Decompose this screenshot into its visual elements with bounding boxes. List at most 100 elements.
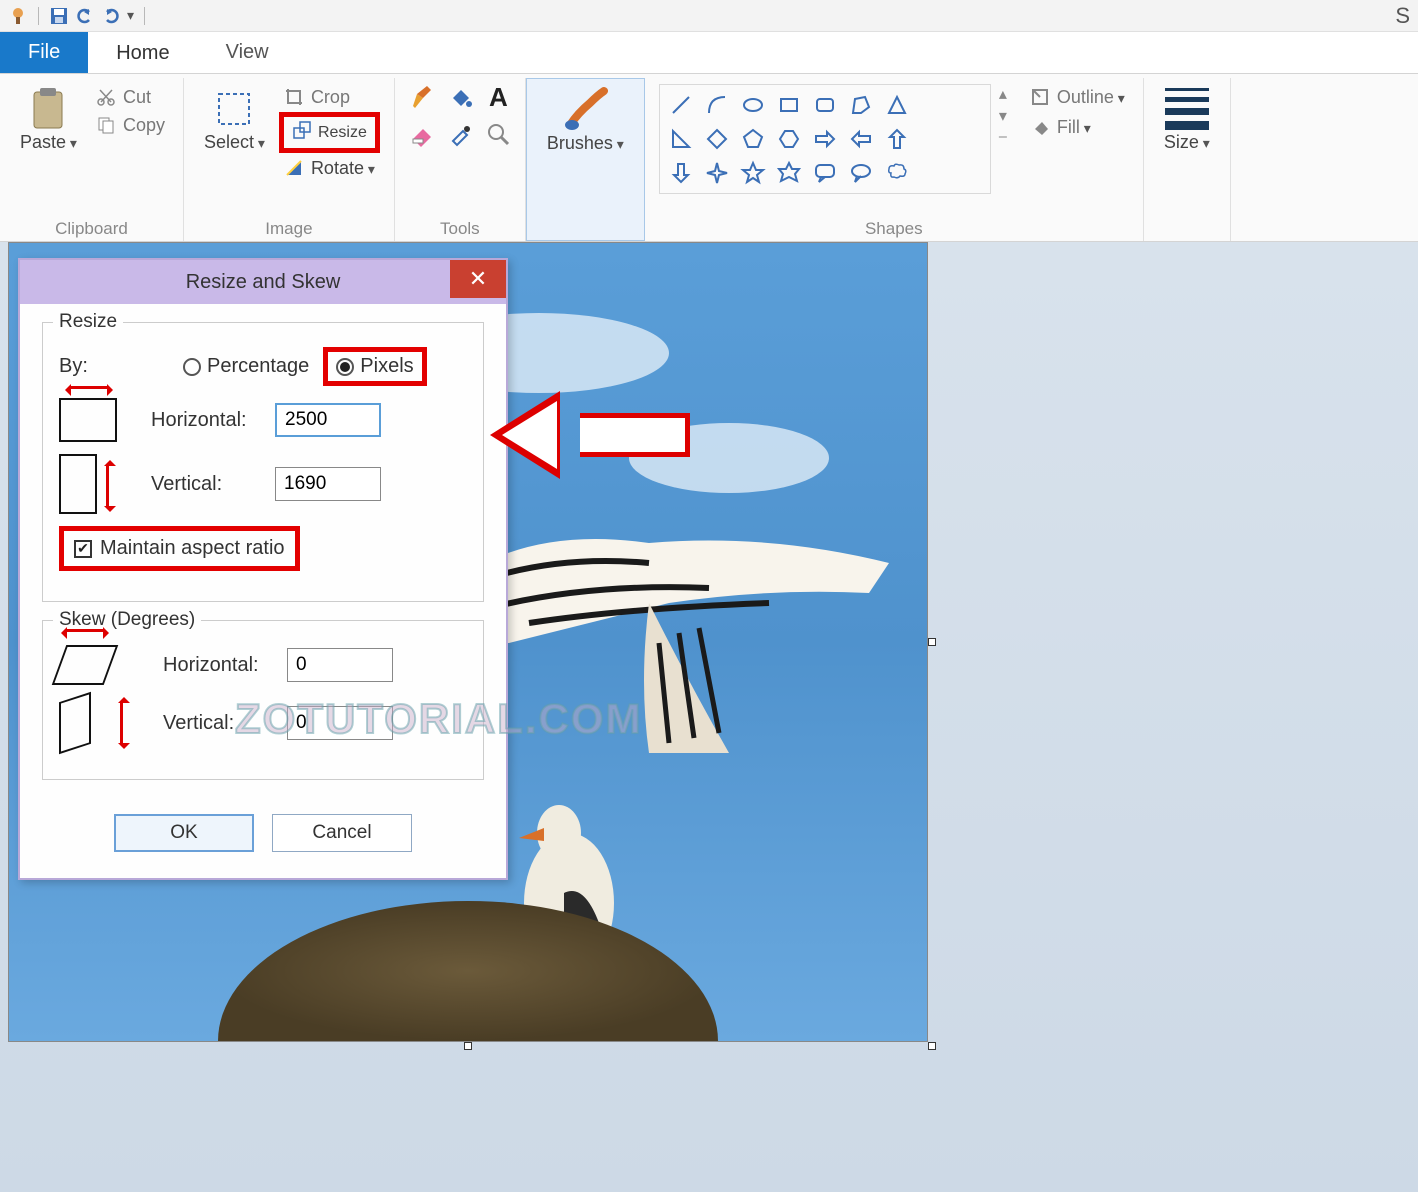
cut-label: Cut xyxy=(123,87,151,108)
resize-legend: Resize xyxy=(53,311,123,333)
horizontal-input[interactable] xyxy=(275,403,381,437)
shape-arrow-up-icon[interactable] xyxy=(880,123,914,155)
separator xyxy=(38,7,39,25)
group-shapes: ▴ ▾ ⎯ Outline Fill Shapes xyxy=(645,78,1144,241)
select-button[interactable]: Select xyxy=(198,84,271,157)
size-button[interactable]: Size xyxy=(1158,84,1216,157)
tab-view[interactable]: View xyxy=(198,32,297,73)
group-image: Select Crop Resize xyxy=(184,78,395,241)
outline-button[interactable]: Outline xyxy=(1025,84,1129,110)
outline-label: Outline xyxy=(1057,87,1125,108)
radio-icon xyxy=(336,358,354,376)
paste-button[interactable]: Paste xyxy=(14,84,83,157)
ribbon: Paste Cut Copy Clipboard xyxy=(0,74,1418,242)
fill-tool-icon[interactable] xyxy=(447,84,473,115)
resize-icon xyxy=(292,120,312,145)
radio-icon xyxy=(183,358,201,376)
percentage-label: Percentage xyxy=(207,355,309,378)
shape-callout-oval-icon[interactable] xyxy=(844,157,878,189)
fill-label: Fill xyxy=(1057,117,1091,138)
crop-button[interactable]: Crop xyxy=(279,84,380,110)
eraser-tool-icon[interactable] xyxy=(409,121,435,152)
shape-callout-rounded-icon[interactable] xyxy=(808,157,842,189)
save-icon[interactable] xyxy=(49,6,69,26)
pencil-tool-icon[interactable] xyxy=(409,84,435,115)
shape-diamond-icon[interactable] xyxy=(700,123,734,155)
resize-fieldset: Resize By: Percentage Pixels Horizontal: xyxy=(42,322,484,602)
checkbox-icon: ✔ xyxy=(74,540,92,558)
tab-home[interactable]: Home xyxy=(88,32,197,73)
shape-callout-cloud-icon[interactable] xyxy=(880,157,914,189)
shape-4star-icon[interactable] xyxy=(700,157,734,189)
brushes-button[interactable]: Brushes xyxy=(541,85,630,158)
resize-skew-dialog: Resize and Skew ✕ Resize By: Percentage … xyxy=(18,258,508,880)
skew-vertical-icon xyxy=(59,692,91,754)
maintain-aspect-highlighted[interactable]: ✔ Maintain aspect ratio xyxy=(59,526,300,571)
shapes-scroll-up-icon[interactable]: ▴ xyxy=(999,84,1007,104)
shape-roundrect-icon[interactable] xyxy=(808,89,842,121)
horizontal-resize-icon xyxy=(59,398,117,442)
dialog-title: Resize and Skew xyxy=(186,271,341,294)
shape-5star-icon[interactable] xyxy=(736,157,770,189)
ribbon-tabs: File Home View xyxy=(0,32,1418,74)
outline-icon xyxy=(1029,86,1051,108)
radio-pixels-highlighted[interactable]: Pixels xyxy=(323,347,426,386)
size-icon xyxy=(1165,88,1209,130)
skew-horizontal-input[interactable] xyxy=(287,648,393,682)
app-icon xyxy=(8,6,28,26)
pixels-label: Pixels xyxy=(360,355,413,378)
cancel-button[interactable]: Cancel xyxy=(272,814,412,852)
undo-icon[interactable] xyxy=(75,6,95,26)
selection-handle[interactable] xyxy=(928,638,936,646)
shape-6star-icon[interactable] xyxy=(772,157,806,189)
shapes-gallery[interactable] xyxy=(659,84,991,194)
group-label-clipboard: Clipboard xyxy=(55,215,128,239)
shape-triangle-icon[interactable] xyxy=(880,89,914,121)
horizontal-label: Horizontal: xyxy=(151,409,261,432)
skew-horizontal-icon xyxy=(52,645,119,685)
shape-pentagon-icon[interactable] xyxy=(736,123,770,155)
radio-percentage[interactable]: Percentage xyxy=(183,355,309,378)
dialog-close-button[interactable]: ✕ xyxy=(450,260,506,298)
redo-icon[interactable] xyxy=(101,6,121,26)
resize-button-highlighted[interactable]: Resize xyxy=(279,112,380,153)
separator xyxy=(144,7,145,25)
qat-dropdown-icon[interactable]: ▾ xyxy=(127,7,134,24)
shape-hexagon-icon[interactable] xyxy=(772,123,806,155)
magnifier-tool-icon[interactable] xyxy=(485,121,511,152)
selection-handle[interactable] xyxy=(464,1042,472,1050)
text-tool-icon[interactable]: A xyxy=(485,84,511,115)
rotate-button[interactable]: Rotate xyxy=(279,155,380,181)
shape-arrow-right-icon[interactable] xyxy=(808,123,842,155)
tab-file[interactable]: File xyxy=(0,32,88,73)
group-label-image: Image xyxy=(265,215,312,239)
shape-curve-icon[interactable] xyxy=(700,89,734,121)
shape-arrow-down-icon[interactable] xyxy=(664,157,698,189)
resize-label: Resize xyxy=(318,124,367,142)
copy-icon xyxy=(95,114,117,136)
dialog-titlebar[interactable]: Resize and Skew ✕ xyxy=(20,260,506,304)
size-label: Size xyxy=(1164,132,1210,153)
shape-polygon-icon[interactable] xyxy=(844,89,878,121)
selection-handle[interactable] xyxy=(928,1042,936,1050)
color-picker-tool-icon[interactable] xyxy=(447,121,473,152)
close-icon: ✕ xyxy=(469,266,487,292)
shapes-more-icon[interactable]: ⎯ xyxy=(999,128,1007,146)
copy-button[interactable]: Copy xyxy=(91,112,169,138)
brush-icon xyxy=(564,89,606,131)
shape-rect-icon[interactable] xyxy=(772,89,806,121)
shape-oval-icon[interactable] xyxy=(736,89,770,121)
brushes-label: Brushes xyxy=(547,133,624,154)
shape-arrow-left-icon[interactable] xyxy=(844,123,878,155)
fill-button[interactable]: Fill xyxy=(1025,114,1129,140)
crop-label: Crop xyxy=(311,87,350,108)
select-label: Select xyxy=(204,132,265,153)
ok-button[interactable]: OK xyxy=(114,814,254,852)
cut-button[interactable]: Cut xyxy=(91,84,169,110)
crop-icon xyxy=(283,86,305,108)
shapes-scroll-down-icon[interactable]: ▾ xyxy=(999,106,1007,126)
shape-right-triangle-icon[interactable] xyxy=(664,123,698,155)
vertical-input[interactable] xyxy=(275,467,381,501)
annotation-arrow xyxy=(490,395,690,475)
shape-line-icon[interactable] xyxy=(664,89,698,121)
